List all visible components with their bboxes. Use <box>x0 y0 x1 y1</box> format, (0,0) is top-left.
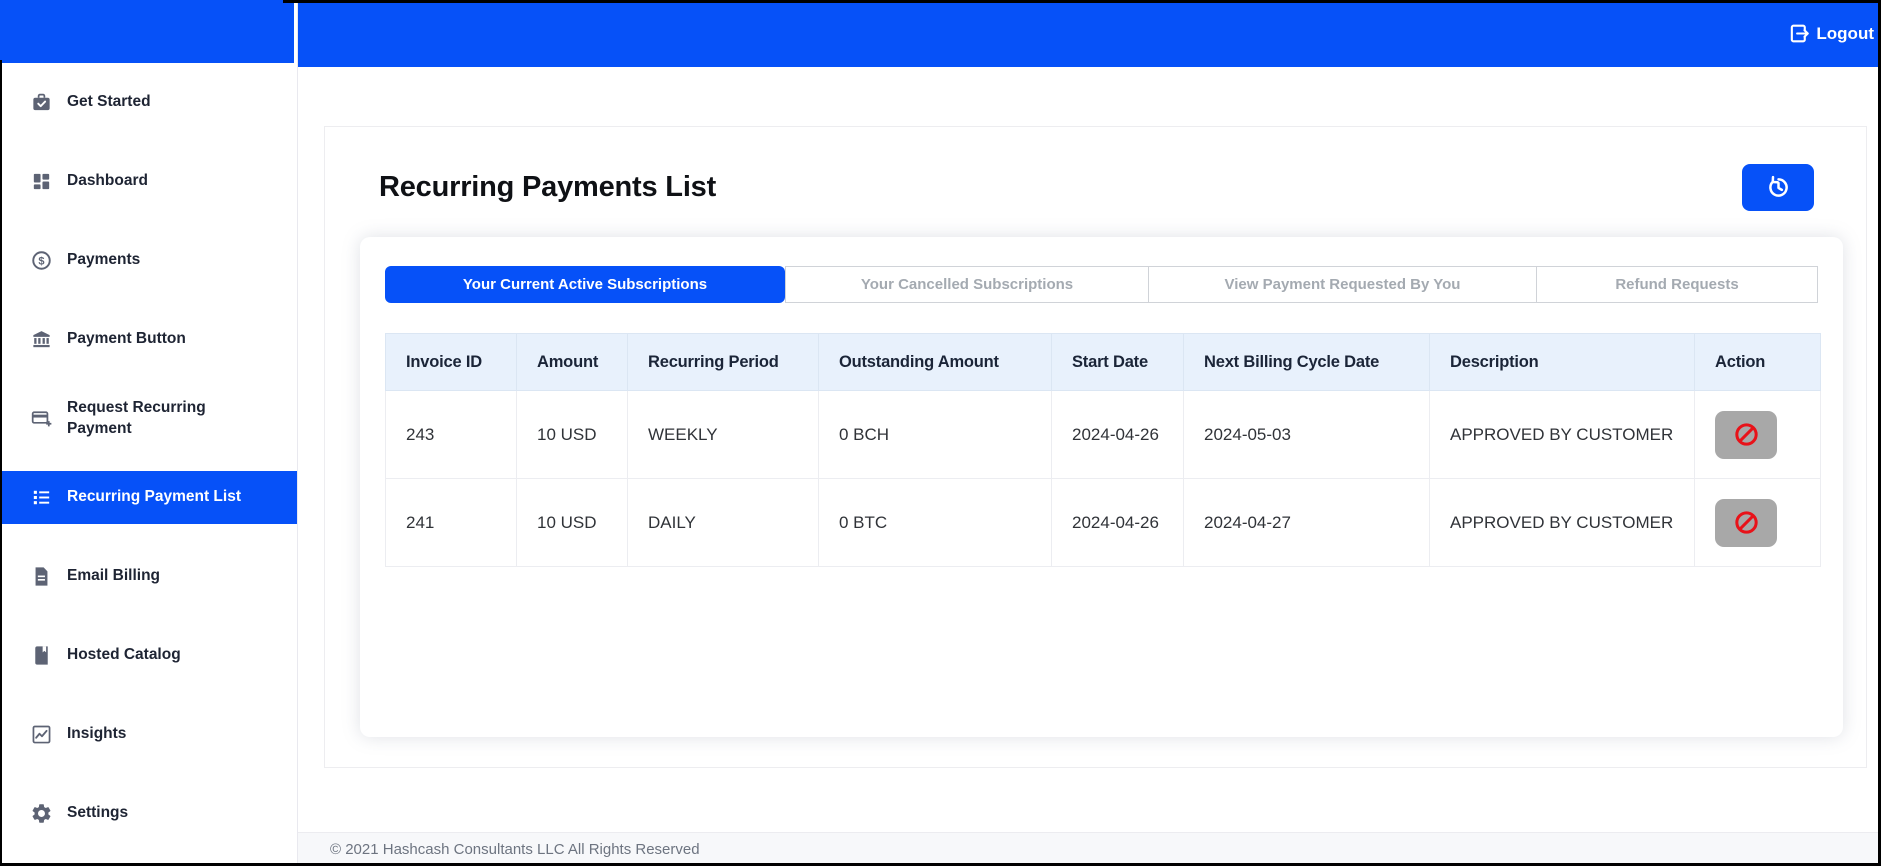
sidebar-item-request-recurring-payment[interactable]: Request Recurring Payment <box>0 392 297 445</box>
sidebar-item-payments[interactable]: $ Payments <box>0 234 297 287</box>
column-header-amount: Amount <box>516 333 628 391</box>
sidebar-item-payment-button[interactable]: Payment Button <box>0 313 297 366</box>
copyright-text: © 2021 Hashcash Consultants LLC All Righ… <box>330 841 700 858</box>
sidebar-item-label: Hosted Catalog <box>67 646 181 664</box>
cell-start-date: 2024-04-26 <box>1051 390 1184 479</box>
column-header-outstanding-amount: Outstanding Amount <box>818 333 1052 391</box>
chart-line-icon <box>30 723 53 746</box>
cell-description: APPROVED BY CUSTOMER <box>1429 478 1695 567</box>
sidebar-item-label: Insights <box>67 725 127 743</box>
cell-amount: 10 USD <box>516 478 628 567</box>
cell-recurring-period: DAILY <box>627 478 819 567</box>
sidebar-item-label: Settings <box>67 804 129 822</box>
subscriptions-panel: Your Current Active Subscriptions Your C… <box>360 237 1843 737</box>
sidebar-item-label: Get Started <box>67 93 151 111</box>
dashboard-grid-icon <box>30 170 53 193</box>
table-row: 241 10 USD DAILY 0 BTC 2024-04-26 2024-0… <box>385 478 1821 567</box>
sidebar-item-insights[interactable]: Insights <box>0 708 297 761</box>
content-area: Recurring Payments List Your Current Act… <box>298 67 1881 832</box>
cell-invoice-id: 243 <box>385 390 517 479</box>
frame-left <box>0 60 2 866</box>
sidebar-item-hosted-catalog[interactable]: Hosted Catalog <box>0 629 297 682</box>
sidebar-item-get-started[interactable]: Get Started <box>0 76 297 129</box>
tab-view-payment-requested-by-you[interactable]: View Payment Requested By You <box>1148 266 1537 303</box>
footer: © 2021 Hashcash Consultants LLC All Righ… <box>298 832 1881 866</box>
history-icon <box>1765 174 1792 201</box>
column-header-start-date: Start Date <box>1051 333 1184 391</box>
sidebar-item-label: Payments <box>67 251 141 269</box>
cell-action <box>1694 478 1821 567</box>
document-icon <box>30 565 53 588</box>
sidebar-logo-area <box>0 0 294 63</box>
tab-current-active-subscriptions[interactable]: Your Current Active Subscriptions <box>385 266 785 303</box>
tab-refund-requests[interactable]: Refund Requests <box>1536 266 1818 303</box>
frame-top <box>283 0 1881 3</box>
briefcase-check-icon <box>30 91 53 114</box>
sidebar-item-label: Recurring Payment List <box>67 488 241 506</box>
column-header-action: Action <box>1694 333 1821 391</box>
sidebar-item-dashboard[interactable]: Dashboard <box>0 155 297 208</box>
cell-recurring-period: WEEKLY <box>627 390 819 479</box>
cancel-subscription-button[interactable] <box>1715 498 1777 547</box>
cell-invoice-id: 241 <box>385 478 517 567</box>
table-header-row: Invoice ID Amount Recurring Period Outst… <box>385 333 1821 391</box>
svg-text:$: $ <box>38 256 44 268</box>
sidebar-item-recurring-payment-list[interactable]: Recurring Payment List <box>0 471 297 524</box>
tabs-bar: Your Current Active Subscriptions Your C… <box>385 266 1818 303</box>
page-title: Recurring Payments List <box>379 171 717 203</box>
sidebar-item-label: Payment Button <box>67 330 186 348</box>
sidebar-item-label: Request Recurring Payment <box>67 399 206 437</box>
cell-next-billing-cycle-date: 2024-05-03 <box>1183 390 1430 479</box>
column-header-recurring-period: Recurring Period <box>627 333 819 391</box>
page-header: Recurring Payments List <box>379 164 1814 211</box>
sidebar-item-label: Email Billing <box>67 567 161 585</box>
cancel-subscription-button[interactable] <box>1715 410 1777 459</box>
logout-button[interactable]: Logout <box>1788 22 1874 45</box>
gear-icon <box>30 802 53 825</box>
tab-cancelled-subscriptions[interactable]: Your Cancelled Subscriptions <box>785 266 1149 303</box>
app-window: Get Started Dashboard $ Payments Payment… <box>0 0 1881 866</box>
sidebar: Get Started Dashboard $ Payments Payment… <box>0 0 298 866</box>
credit-card-plus-icon <box>30 407 53 430</box>
cell-next-billing-cycle-date: 2024-04-27 <box>1183 478 1430 567</box>
cell-outstanding-amount: 0 BCH <box>818 390 1052 479</box>
list-icon <box>30 486 53 509</box>
cell-start-date: 2024-04-26 <box>1051 478 1184 567</box>
sidebar-item-label: Dashboard <box>67 172 148 190</box>
cell-action <box>1694 390 1821 479</box>
dollar-circle-icon: $ <box>30 249 53 272</box>
bank-icon <box>30 328 53 351</box>
cell-description: APPROVED BY CUSTOMER <box>1429 390 1695 479</box>
main-column: Logout Recurring Payments List Your Curr… <box>298 0 1881 866</box>
topbar: Logout <box>298 0 1881 67</box>
logout-icon <box>1788 22 1811 45</box>
sidebar-item-settings[interactable]: Settings <box>0 787 297 840</box>
column-header-description: Description <box>1429 333 1695 391</box>
table-row: 243 10 USD WEEKLY 0 BCH 2024-04-26 2024-… <box>385 390 1821 479</box>
cell-amount: 10 USD <box>516 390 628 479</box>
ban-icon <box>1732 420 1761 449</box>
logout-label: Logout <box>1816 23 1874 43</box>
book-icon <box>30 644 53 667</box>
subscriptions-table: Invoice ID Amount Recurring Period Outst… <box>385 333 1821 567</box>
page-card: Recurring Payments List Your Current Act… <box>324 126 1867 768</box>
sidebar-nav: Get Started Dashboard $ Payments Payment… <box>0 63 297 866</box>
sidebar-item-email-billing[interactable]: Email Billing <box>0 550 297 603</box>
column-header-invoice-id: Invoice ID <box>385 333 517 391</box>
ban-icon <box>1732 508 1761 537</box>
column-header-next-billing-cycle-date: Next Billing Cycle Date <box>1183 333 1430 391</box>
refresh-button[interactable] <box>1742 164 1814 211</box>
cell-outstanding-amount: 0 BTC <box>818 478 1052 567</box>
